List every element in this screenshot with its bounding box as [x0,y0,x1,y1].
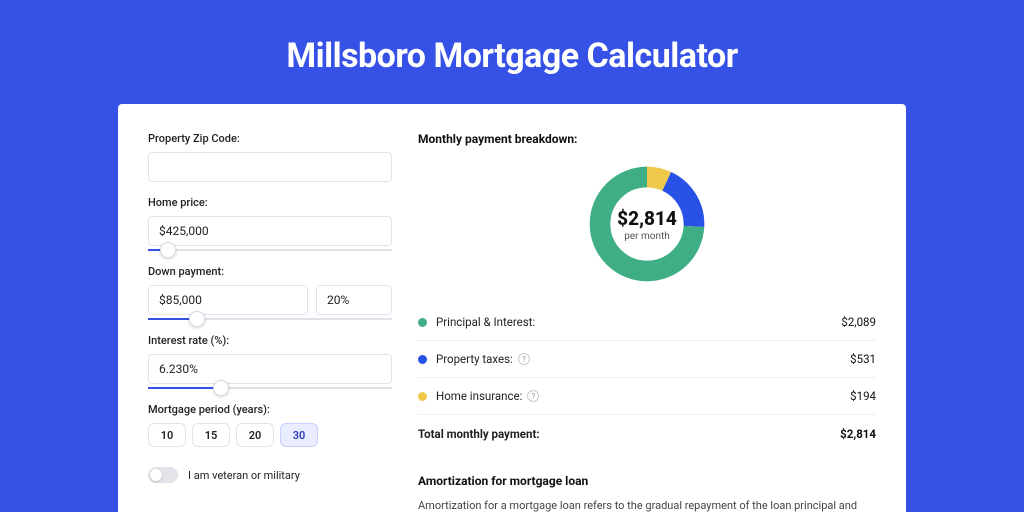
donut-chart: $2,814 per month [585,162,709,286]
period-label: Mortgage period (years): [148,403,392,416]
legend-row-total: Total monthly payment: $2,814 [418,415,876,452]
dot-icon [418,318,427,327]
legend-total-label: Total monthly payment: [418,427,840,441]
donut-wrap: $2,814 per month [418,162,876,286]
calculator-card: Property Zip Code: Home price: Down paym… [118,104,906,512]
price-group: Home price: [148,196,392,251]
legend-pi-value: $2,089 [841,315,876,329]
legend-insurance-value: $194 [850,389,876,403]
inputs-panel: Property Zip Code: Home price: Down paym… [148,132,392,512]
donut-center: $2,814 per month [585,162,709,286]
breakdown-panel: Monthly payment breakdown: $2,814 per mo… [418,132,876,512]
rate-label: Interest rate (%): [148,334,392,347]
page-title: Millsboro Mortgage Calculator [0,36,1024,76]
legend-row-taxes: Property taxes: ? $531 [418,341,876,378]
legend-row-insurance: Home insurance: ? $194 [418,378,876,415]
down-pct-input[interactable] [316,285,392,315]
legend-total-value: $2,814 [840,427,876,441]
rate-slider[interactable] [148,387,392,389]
price-slider-thumb[interactable] [160,242,176,258]
zip-label: Property Zip Code: [148,132,392,145]
legend-taxes-value: $531 [850,352,876,366]
legend-row-pi: Principal & Interest: $2,089 [418,304,876,341]
amortization-text: Amortization for a mortgage loan refers … [418,498,876,512]
down-group: Down payment: [148,265,392,320]
period-btn-15[interactable]: 15 [192,423,230,447]
dot-icon [418,355,427,364]
down-amount-input[interactable] [148,285,308,315]
legend-taxes-label: Property taxes: ? [436,352,850,366]
rate-slider-fill [148,387,221,389]
dot-icon [418,392,427,401]
veteran-group: I am veteran or military [148,467,392,483]
down-label: Down payment: [148,265,392,278]
down-slider-thumb[interactable] [189,311,205,327]
breakdown-title: Monthly payment breakdown: [418,132,876,146]
price-slider[interactable] [148,249,392,251]
zip-input[interactable] [148,152,392,182]
legend-insurance-text: Home insurance: [436,389,522,403]
donut-label: per month [624,231,670,242]
period-buttons: 10 15 20 30 [148,423,392,447]
price-input[interactable] [148,216,392,246]
amortization-title: Amortization for mortgage loan [418,474,876,488]
period-btn-20[interactable]: 20 [236,423,274,447]
rate-slider-thumb[interactable] [213,380,229,396]
period-group: Mortgage period (years): 10 15 20 30 [148,403,392,447]
page-header: Millsboro Mortgage Calculator [0,0,1024,104]
info-icon[interactable]: ? [527,390,539,402]
period-btn-30[interactable]: 30 [280,423,318,447]
donut-amount: $2,814 [617,207,677,230]
veteran-label: I am veteran or military [188,469,300,482]
veteran-toggle[interactable] [148,467,178,483]
price-label: Home price: [148,196,392,209]
legend-taxes-text: Property taxes: [436,352,513,366]
legend-insurance-label: Home insurance: ? [436,389,850,403]
period-btn-10[interactable]: 10 [148,423,186,447]
zip-group: Property Zip Code: [148,132,392,182]
down-slider[interactable] [148,318,392,320]
info-icon[interactable]: ? [518,353,530,365]
rate-group: Interest rate (%): [148,334,392,389]
veteran-toggle-knob [150,469,162,481]
rate-input[interactable] [148,354,392,384]
legend-pi-label: Principal & Interest: [436,315,841,329]
